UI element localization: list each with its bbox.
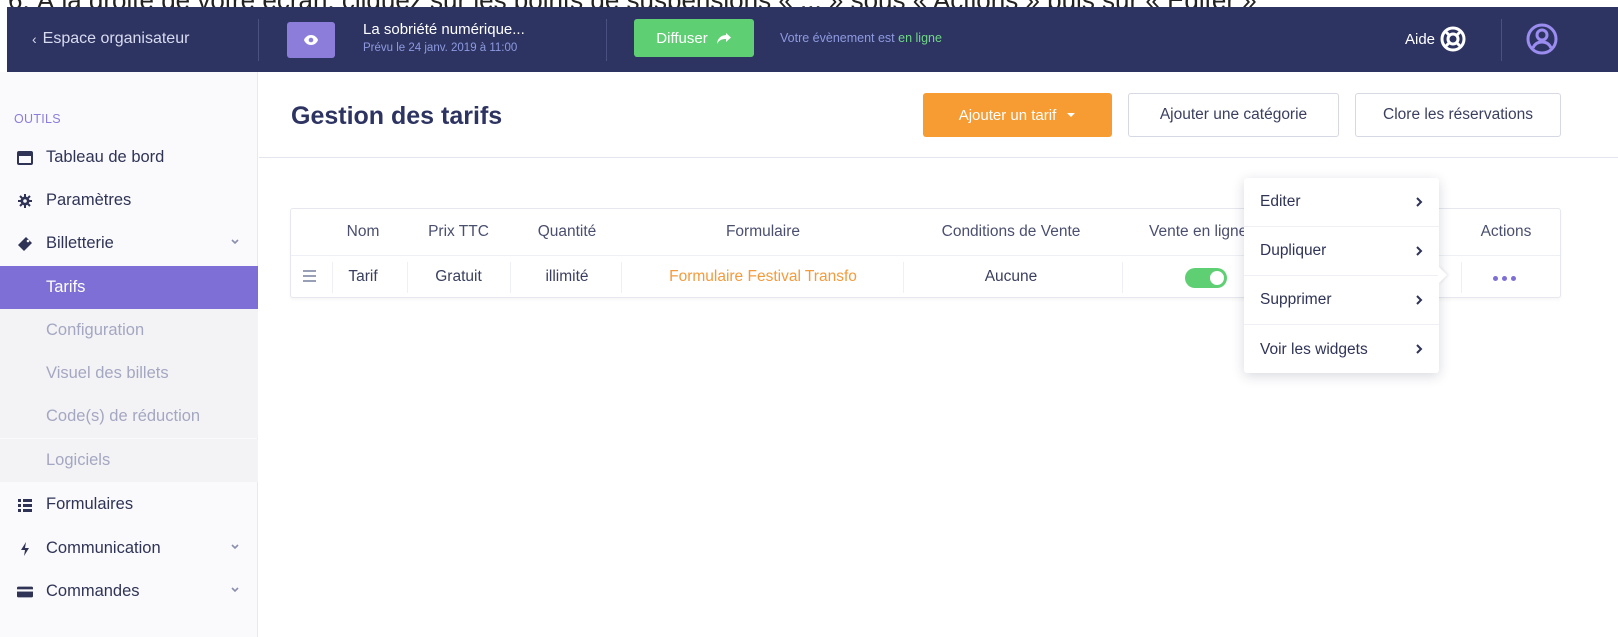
list-icon — [0, 497, 46, 513]
column-header: Nom — [346, 223, 380, 240]
toggle-knob — [1210, 271, 1224, 285]
cell-prix: Gratuit — [435, 268, 482, 285]
sidebar-subitem-visuel-des-billets[interactable]: Visuel des billets — [0, 352, 258, 395]
eye-icon — [304, 35, 318, 45]
page-header: Gestion des tarifs Ajouter un tarif Ajou… — [259, 72, 1618, 158]
event-status: Votre évènement est en ligne — [780, 31, 942, 45]
preview-button[interactable] — [287, 22, 335, 58]
bolt-icon — [0, 541, 46, 557]
online-sale-toggle[interactable] — [1185, 268, 1227, 288]
add-tarif-label: Ajouter un tarif — [958, 106, 1057, 124]
sidebar-subitem-configuration[interactable]: Configuration — [0, 309, 258, 352]
chevron-right-icon — [1416, 295, 1423, 305]
drag-handle-icon[interactable] — [303, 270, 316, 282]
sidebar-subitem-codes-de-reduction[interactable]: Code(s) de réduction — [0, 395, 258, 438]
menu-item-dupliquer[interactable]: Dupliquer — [1244, 227, 1439, 276]
sidebar-section-label: OUTILS — [14, 112, 61, 126]
sidebar-item-communication[interactable]: Communication — [0, 527, 258, 570]
event-date: Prévu le 24 janv. 2019 à 11:00 — [363, 42, 518, 54]
divider — [606, 19, 607, 61]
chevron-right-icon — [1416, 197, 1423, 207]
share-arrow-icon — [716, 32, 731, 44]
sidebar-subitem-logiciels[interactable]: Logiciels — [0, 439, 258, 482]
sidebar-item-billetterie[interactable]: Billetterie — [0, 222, 258, 265]
actions-menu: Editer Dupliquer Supprimer Voir les widg… — [1244, 178, 1439, 373]
ticket-icon — [0, 236, 46, 252]
column-header: Prix TTC — [428, 223, 489, 240]
top-bar: ‹ Espace organisateur La sobriété numéri… — [7, 7, 1618, 72]
chevron-down-icon — [231, 239, 239, 245]
column-header: Vente en ligne — [1149, 223, 1248, 240]
cell-conditions: Aucune — [984, 268, 1038, 285]
sidebar: OUTILS Tableau de bord Paramètres Billet… — [0, 72, 258, 637]
column-header: Actions — [1480, 223, 1532, 240]
add-category-button[interactable]: Ajouter une catégorie — [1128, 93, 1339, 137]
column-header: Quantité — [537, 223, 597, 240]
row-actions-button[interactable] — [1493, 276, 1516, 281]
cell-nom: Tarif — [348, 268, 378, 285]
menu-item-editer[interactable]: Editer — [1244, 178, 1439, 227]
back-label: Espace organisateur — [42, 30, 190, 47]
divider — [258, 19, 259, 61]
lifebuoy-icon — [1440, 26, 1466, 52]
cell-quantite: illimité — [545, 268, 589, 285]
sidebar-item-commandes[interactable]: Commandes — [0, 570, 258, 613]
sidebar-item-label: Commandes — [46, 582, 140, 600]
chevron-down-icon — [231, 587, 239, 593]
page-title: Gestion des tarifs — [291, 102, 503, 130]
cell-formulaire-link[interactable]: Formulaire Festival Transfo — [643, 268, 883, 286]
cell-divider — [1122, 262, 1123, 293]
chevron-down-icon — [231, 544, 239, 550]
add-tarif-button[interactable]: Ajouter un tarif — [923, 93, 1112, 137]
menu-item-supprimer[interactable]: Supprimer — [1244, 276, 1439, 325]
menu-item-label: Supprimer — [1260, 291, 1332, 308]
help-label: Aide — [1405, 30, 1436, 48]
divider — [1501, 19, 1502, 61]
menu-pointer — [1438, 266, 1447, 284]
chevron-right-icon — [1416, 344, 1423, 354]
sidebar-item-label: Formulaires — [46, 495, 134, 513]
cell-divider — [621, 262, 622, 293]
sidebar-item-label: Paramètres — [46, 191, 132, 209]
diffuser-button[interactable]: Diffuser — [634, 19, 754, 57]
cell-divider — [332, 262, 333, 293]
status-online: en ligne — [898, 31, 942, 45]
caret-down-icon — [1067, 113, 1076, 117]
sidebar-item-parametres[interactable]: Paramètres — [0, 179, 258, 222]
chevron-left-icon: ‹ — [32, 31, 37, 47]
help-link[interactable]: Aide — [1405, 26, 1466, 52]
menu-item-label: Voir les widgets — [1260, 340, 1368, 358]
cell-divider — [407, 262, 408, 293]
sidebar-item-label: Tableau de bord — [46, 148, 165, 166]
diffuser-label: Diffuser — [656, 29, 708, 47]
chevron-right-icon — [1416, 246, 1423, 256]
cell-divider — [510, 262, 511, 293]
sidebar-item-tableau-de-bord[interactable]: Tableau de bord — [0, 136, 258, 179]
column-header: Formulaire — [725, 223, 801, 240]
back-to-organizer-link[interactable]: ‹ Espace organisateur — [32, 30, 189, 48]
cell-divider — [903, 262, 904, 293]
sidebar-item-label: Billetterie — [46, 234, 114, 252]
sidebar-item-formulaires[interactable]: Formulaires — [0, 483, 258, 526]
gear-icon — [0, 193, 46, 209]
menu-item-label: Editer — [1260, 193, 1301, 210]
menu-item-voir-les-widgets[interactable]: Voir les widgets — [1244, 325, 1439, 374]
menu-item-label: Dupliquer — [1260, 242, 1327, 259]
sidebar-item-label: Communication — [46, 539, 161, 557]
card-icon — [0, 584, 46, 600]
sidebar-subitem-tarifs[interactable]: Tarifs — [0, 266, 258, 309]
user-account-icon[interactable] — [1525, 22, 1559, 56]
cell-divider — [1461, 262, 1462, 293]
close-reservations-button[interactable]: Clore les réservations — [1355, 93, 1561, 137]
column-header: Conditions de Vente — [941, 223, 1081, 240]
event-title[interactable]: La sobriété numérique... — [363, 21, 525, 38]
calendar-icon — [0, 150, 46, 166]
